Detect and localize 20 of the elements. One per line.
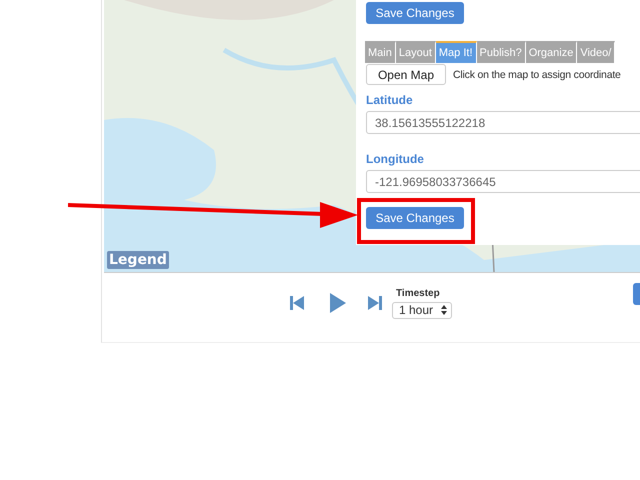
save-changes-button[interactable]: Save Changes [366,2,464,24]
field-label: Longitude [366,152,424,166]
skip-forward-icon[interactable] [368,295,382,311]
tab[interactable]: Video/ [577,41,616,63]
input-field[interactable]: -121.96958033736645 [366,170,640,193]
timestep-select[interactable]: 1 hour [392,302,452,318]
field-label: Latitude [366,93,413,107]
tab[interactable]: Organize [526,41,578,63]
tab[interactable]: Layout [396,41,436,63]
tab[interactable]: Main [365,41,396,63]
tab[interactable]: Publish? [476,41,526,63]
input-field[interactable]: 38.15613555122218 [366,111,640,134]
timestep-label: Timestep [396,288,440,298]
tab[interactable]: Map It! [436,41,476,63]
open-map-button[interactable]: Open Map [366,64,446,85]
legend-button[interactable]: Legend [107,251,169,269]
hint-text: Click on the map to assign coordinate [453,68,621,80]
skip-back-icon[interactable] [290,295,304,311]
save-changes-button[interactable]: Save Changes [366,207,464,229]
play-icon[interactable] [330,293,346,313]
